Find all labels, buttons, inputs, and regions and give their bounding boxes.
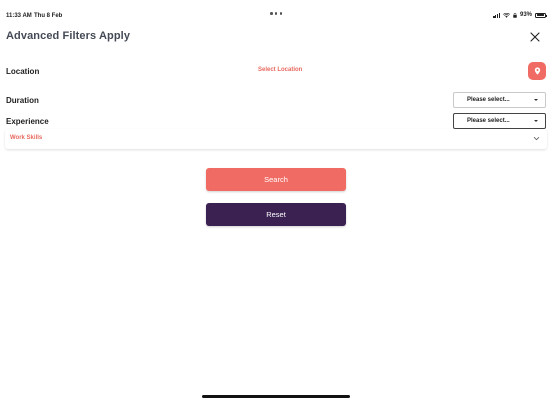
work-skills-label: Work Skills bbox=[10, 135, 43, 141]
cellular-signal-icon bbox=[493, 12, 500, 18]
experience-select-value: Please select... bbox=[467, 118, 510, 124]
duration-select[interactable]: Please select... bbox=[453, 92, 546, 108]
multitasking-dots-icon[interactable] bbox=[270, 12, 282, 16]
experience-label: Experience bbox=[6, 117, 49, 126]
work-skills-accordion[interactable]: Work Skills bbox=[5, 129, 547, 149]
home-indicator[interactable] bbox=[202, 395, 350, 398]
status-date: Thu 8 Feb bbox=[34, 13, 63, 19]
location-pin-button[interactable] bbox=[528, 62, 546, 80]
duration-select-value: Please select... bbox=[467, 97, 510, 103]
duration-label: Duration bbox=[6, 96, 39, 105]
caret-down-icon bbox=[534, 120, 538, 122]
location-pin-icon bbox=[534, 67, 540, 75]
close-icon bbox=[530, 32, 540, 42]
page-title: Advanced Filters Apply bbox=[6, 30, 131, 42]
status-time: 11:33 AM bbox=[6, 13, 32, 19]
status-bar: 11:33 AM Thu 8 Feb 93% bbox=[0, 0, 552, 20]
lock-icon bbox=[513, 12, 517, 18]
experience-select[interactable]: Please select... bbox=[453, 113, 546, 129]
battery-percent: 93% bbox=[519, 12, 532, 18]
location-label: Location bbox=[6, 67, 40, 76]
wifi-icon bbox=[503, 12, 510, 18]
battery-icon bbox=[535, 12, 547, 18]
close-button[interactable] bbox=[528, 30, 542, 44]
chevron-down-icon bbox=[533, 136, 540, 141]
status-indicators: 93% bbox=[493, 12, 547, 18]
select-location-link[interactable]: Select Location bbox=[258, 67, 302, 73]
reset-button[interactable]: Reset bbox=[206, 203, 346, 226]
caret-down-icon bbox=[534, 99, 538, 101]
search-button[interactable]: Search bbox=[206, 168, 346, 191]
